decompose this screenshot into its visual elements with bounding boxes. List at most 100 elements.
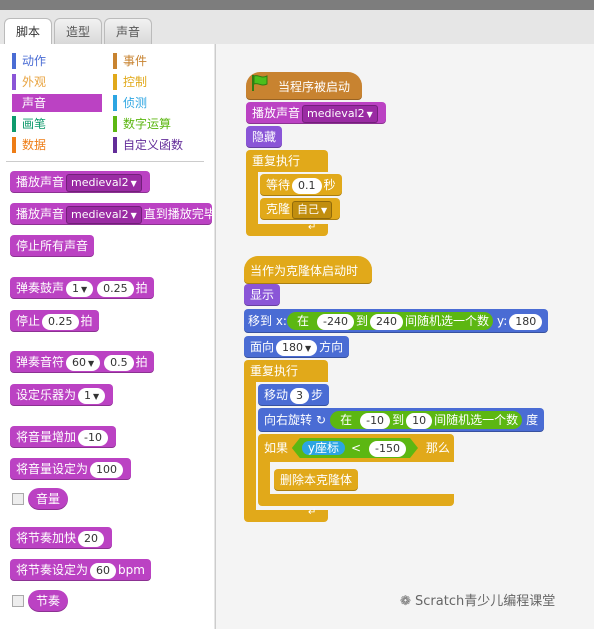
sound-dropdown[interactable]: medieval2 ▼ [66,173,142,192]
block-turn-right[interactable]: 向右旋转 ↻ 在 -10 到 10 间随机选一个数度 [258,408,545,432]
block-play-sound[interactable]: 播放声音 medieval2 ▼ [10,171,150,193]
block-stop-all-sounds[interactable]: 停止所有声音 [10,235,95,257]
block-delete-clone[interactable]: 删除本克隆体 [274,469,359,491]
block-change-tempo[interactable]: 将节奏加快 20 [10,527,113,549]
category-label: 外观 [22,75,47,89]
tab-costumes[interactable]: 造型 [54,18,102,45]
set-volume-input[interactable]: 100 [90,461,124,478]
block-text: 到 [355,314,368,328]
block-rest[interactable]: 停止 0.25 拍 [10,310,99,332]
block-show[interactable]: 显示 [244,284,281,306]
drum-input[interactable]: 1 ▼ [66,280,94,297]
set-tempo-input[interactable]: 60 [90,562,117,579]
category-operators[interactable]: 数字运算 [113,115,203,133]
x-from-input[interactable]: -240 [316,313,354,330]
block-set-volume[interactable]: 将音量设定为 100 [10,458,132,480]
category-swatch [12,95,16,111]
block-text: 停止 [16,314,41,328]
category-swatch [113,74,117,90]
clone-target-dropdown[interactable]: 自己 ▼ [292,200,333,219]
drum-beats-input[interactable]: 0.25 [97,280,134,297]
direction-input[interactable]: 180 ▼ [276,339,318,356]
block-play-note[interactable]: 弹奏音符 60 ▼ 0.5 拍 [10,351,154,373]
compare-input[interactable]: -150 [369,441,406,457]
category-swatch [12,74,16,90]
block-point-direction[interactable]: 面向 180 ▼ 方向 [244,336,350,358]
if-header: 如果 y座标 < -150 那么 [264,438,450,458]
palette-divider [6,161,204,162]
random-operator[interactable]: 在 -10 到 10 间随机选一个数 [330,411,523,429]
block-play-drum[interactable]: 弹奏鼓声 1 ▼ 0.25 拍 [10,277,154,299]
dropdown-value: medieval2 [307,106,365,120]
category-sensing[interactable]: 侦测 [113,94,203,112]
note-input[interactable]: 60 ▼ [66,354,101,371]
block-set-tempo[interactable]: 将节奏设定为 60 bpm [10,559,151,581]
block-when-flag-clicked[interactable]: 当程序被启动 [246,72,362,100]
category-more-blocks[interactable]: 自定义函数 [113,136,203,154]
block-play-sound-until-done[interactable]: 播放声音 medieval2 ▼ 直到播放完毕 [10,203,212,225]
category-swatch [12,137,16,153]
tab-scripts[interactable]: 脚本 [4,18,52,46]
block-text: 到 [392,413,405,427]
sound-dropdown[interactable]: medieval2 ▼ [302,104,378,123]
block-play-sound[interactable]: 播放声音 medieval2 ▼ [246,102,386,124]
category-pen[interactable]: 画笔 [12,115,102,133]
block-create-clone[interactable]: 克隆 自己 ▼ [260,198,341,220]
category-label: 侦测 [123,96,148,110]
random-operator[interactable]: 在 -240 到 240 间随机选一个数 [286,312,493,330]
block-text: 将音量增加 [16,430,77,444]
less-than-operator[interactable]: y座标 < -150 [292,438,418,458]
block-set-instrument[interactable]: 设定乐器为 1 ▼ [10,384,114,406]
block-palette: 动作 外观 声音 画笔 数据 事件 控制 侦测 数字运算 自定义函数 播放声音 m… [0,44,214,629]
block-text: < [350,441,362,455]
turn-from-input[interactable]: -10 [360,412,391,429]
block-text: 音量 [36,492,61,506]
block-goto-xy[interactable]: 移到 x: 在 -240 到 240 间随机选一个数 y: 180 [244,309,549,333]
dropdown-value: medieval2 [71,207,129,221]
category-data[interactable]: 数据 [12,136,102,154]
block-wait[interactable]: 等待 0.1 秒 [260,174,342,196]
rest-beats-input[interactable]: 0.25 [42,313,79,330]
block-text: 间随机选一个数 [404,314,489,328]
block-when-start-as-clone[interactable]: 当作为克隆体启动时 [244,256,372,284]
category-label: 控制 [123,75,148,89]
note-beats-input[interactable]: 0.5 [104,354,134,371]
change-tempo-input[interactable]: 20 [78,530,105,547]
block-text: 重复执行 [252,154,301,168]
category-label: 画笔 [22,117,47,131]
x-to-input[interactable]: 240 [369,313,403,330]
reporter-y-position[interactable]: y座标 [302,441,345,455]
change-volume-input[interactable]: -10 [78,429,108,446]
reporter-tempo[interactable]: 节奏 [28,590,69,612]
script-area[interactable]: 当程序被启动 播放声音 medieval2 ▼ 隐藏 重复执行 ↵ 等待 0.1 秒 克… [215,44,594,629]
category-label: 声音 [22,96,47,110]
turn-to-input[interactable]: 10 [406,412,433,429]
category-control[interactable]: 控制 [113,73,203,91]
category-swatch [113,137,117,153]
y-input[interactable]: 180 [509,313,543,330]
block-text: 拍 [135,355,148,369]
instrument-input[interactable]: 1 ▼ [78,387,106,404]
category-events[interactable]: 事件 [113,52,203,70]
forever-top: 重复执行 [246,150,328,172]
block-text: 将节奏设定为 [16,563,89,577]
category-sound[interactable]: 声音 [12,94,102,112]
block-change-volume[interactable]: 将音量增加 -10 [10,426,116,448]
category-motion[interactable]: 动作 [12,52,102,70]
move-input[interactable]: 3 [290,387,310,404]
block-move-steps[interactable]: 移动 3 步 [258,384,330,406]
block-text: 当程序被启动 [278,80,351,94]
block-hide[interactable]: 隐藏 [246,126,283,148]
tempo-checkbox[interactable] [12,595,24,607]
if-bottom [258,494,454,506]
volume-checkbox[interactable] [12,493,24,505]
chevron-down-icon: ▼ [305,343,312,353]
tab-sounds[interactable]: 声音 [104,18,152,45]
sound-dropdown[interactable]: medieval2 ▼ [66,205,142,224]
category-looks[interactable]: 外观 [12,73,102,91]
block-text: 播放声音 [16,207,65,221]
wait-input[interactable]: 0.1 [292,177,322,194]
category-label: 事件 [123,54,148,68]
reporter-volume[interactable]: 音量 [28,488,69,510]
category-label: 数据 [22,138,47,152]
